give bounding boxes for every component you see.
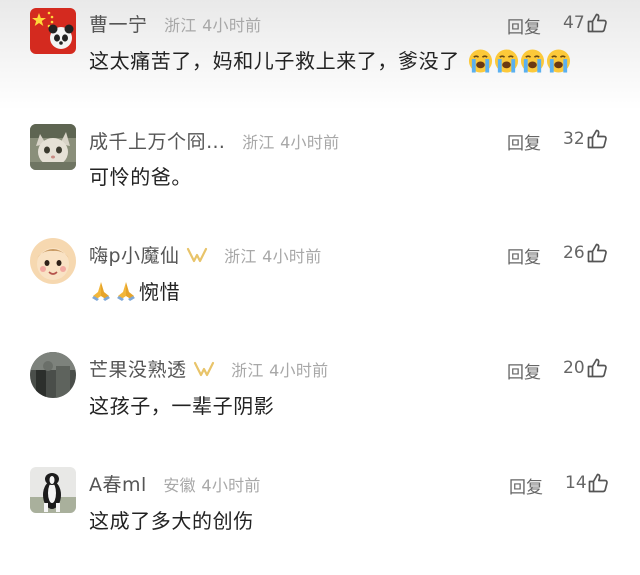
location: 浙江: [242, 133, 275, 152]
username[interactable]: 嗨p小魔仙: [89, 245, 180, 267]
avatar[interactable]: [30, 352, 76, 398]
vip-ribbon-icon[interactable]: [186, 246, 208, 264]
like-count: 20: [563, 358, 585, 378]
reply-button[interactable]: 回复: [507, 13, 541, 38]
comment-item: 曹一宁 浙江 4小时前 回复 47 这太痛苦了，妈和儿子救上来了，爹没了: [0, 0, 640, 115]
avatar[interactable]: [30, 467, 76, 513]
timestamp: 4小时前: [262, 247, 322, 266]
username[interactable]: 芒果没熟透: [89, 359, 187, 381]
comment-text-row: 这太痛苦了，妈和儿子救上来了，爹没了: [89, 45, 571, 74]
comment-meta: 安徽 4小时前: [163, 472, 260, 496]
comment-text-row: 惋惜: [89, 276, 180, 305]
location: 浙江: [164, 16, 197, 35]
location: 浙江: [224, 247, 257, 266]
comment-meta: 浙江 4小时前: [231, 357, 328, 381]
timestamp: 4小时前: [280, 133, 340, 152]
comment-meta: 浙江 4小时前: [242, 129, 339, 153]
loudly-crying-face-icon: [468, 49, 492, 73]
username[interactable]: 成千上万个冏…: [89, 131, 226, 153]
like-count: 47: [563, 13, 585, 33]
reply-button[interactable]: 回复: [507, 129, 541, 154]
comment-item: 嗨p小魔仙 浙江 4小时前 回复 26 惋惜: [0, 230, 640, 345]
location: 安徽: [163, 476, 196, 495]
comment-item: 成千上万个冏… 浙江 4小时前 回复 32 可怜的爸。: [0, 115, 640, 230]
like-count: 32: [563, 129, 585, 149]
comment-text: 这太痛苦了，妈和儿子救上来了，爹没了: [89, 49, 460, 73]
comment-text: 这孩子，一辈子阴影: [89, 394, 275, 418]
dark-photo-avatar: [30, 352, 76, 398]
thumbs-up-icon[interactable]: [586, 128, 608, 150]
username-row: 成千上万个冏… 浙江 4小时前: [89, 127, 339, 154]
dog-avatar: [30, 467, 76, 513]
avatar[interactable]: [30, 238, 76, 284]
reply-button[interactable]: 回复: [507, 358, 541, 383]
folded-hands-icon: [92, 282, 110, 301]
comment-text: 这成了多大的创伤: [89, 509, 254, 533]
loudly-crying-face-icon: [520, 49, 544, 73]
comment-text: 惋惜: [139, 280, 181, 304]
username[interactable]: 曹一宁: [89, 14, 148, 36]
reply-button[interactable]: 回复: [507, 243, 541, 268]
thumbs-up-icon[interactable]: [587, 472, 609, 494]
comment-text-row: 这孩子，一辈子阴影: [89, 390, 274, 419]
comment-meta: 浙江 4小时前: [164, 12, 261, 36]
thumbs-up-icon[interactable]: [586, 357, 608, 379]
thumbs-up-icon[interactable]: [586, 242, 608, 264]
comment-item: A春ml 安徽 4小时前 回复 14 这成了多大的创伤: [0, 460, 640, 575]
username-row: 嗨p小魔仙 浙江 4小时前: [89, 241, 322, 268]
comment-text: 可怜的爸。: [89, 165, 192, 189]
comment-text-row: 这成了多大的创伤: [89, 505, 254, 534]
username-row: 芒果没熟透 浙江 4小时前: [89, 355, 328, 382]
avatar[interactable]: [30, 124, 76, 170]
folded-hands-icon: [117, 282, 135, 301]
comment-meta: 浙江 4小时前: [224, 243, 321, 267]
loudly-crying-face-icon: [494, 49, 518, 73]
username[interactable]: A春ml: [89, 474, 147, 496]
location: 浙江: [231, 361, 264, 380]
reply-button[interactable]: 回复: [509, 473, 543, 498]
timestamp: 4小时前: [269, 361, 329, 380]
thumbs-up-icon[interactable]: [586, 12, 608, 34]
comment-item: 芒果没熟透 浙江 4小时前 回复 20 这孩子，一辈子阴影: [0, 345, 640, 460]
baby-avatar: [30, 238, 76, 284]
flag-panda-avatar: [30, 8, 76, 54]
avatar[interactable]: [30, 8, 76, 54]
cat-avatar: [30, 124, 76, 170]
comment-text-row: 可怜的爸。: [89, 161, 192, 190]
vip-ribbon-icon[interactable]: [193, 360, 215, 378]
username-row: A春ml 安徽 4小时前: [89, 470, 261, 497]
loudly-crying-face-icon: [546, 49, 570, 73]
timestamp: 4小时前: [202, 16, 262, 35]
username-row: 曹一宁 浙江 4小时前: [89, 10, 261, 37]
like-count: 14: [565, 473, 587, 493]
like-count: 26: [563, 243, 585, 263]
timestamp: 4小时前: [201, 476, 261, 495]
